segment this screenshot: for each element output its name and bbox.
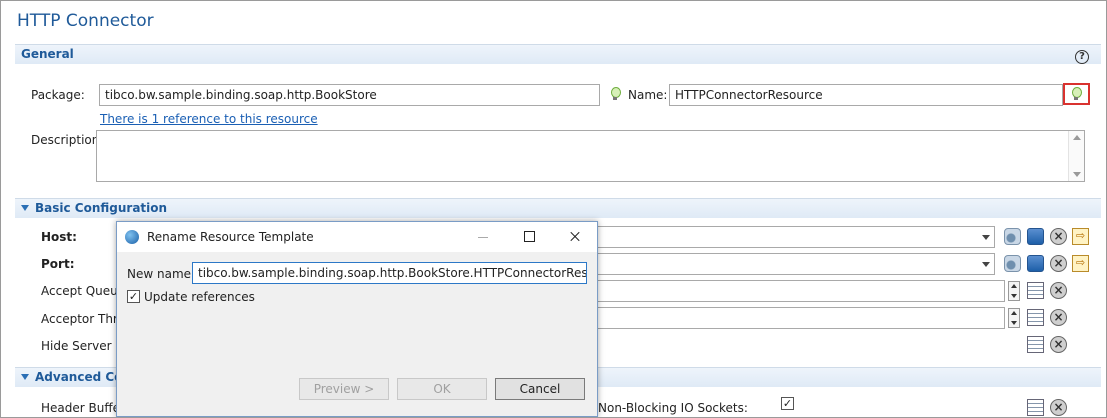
port-bind-icon[interactable]: ⇨ bbox=[1072, 255, 1089, 272]
editor-frame: HTTP Connector General ? Package: tibco.… bbox=[0, 0, 1107, 418]
host-settings-icon[interactable] bbox=[1004, 228, 1021, 245]
port-dropdown[interactable] bbox=[581, 253, 995, 275]
help-icon[interactable]: ? bbox=[1075, 50, 1089, 64]
acceptor-threads-table-icon[interactable] bbox=[1027, 309, 1044, 326]
editor-title: HTTP Connector bbox=[17, 11, 154, 31]
section-basic[interactable]: Basic Configuration bbox=[15, 198, 1101, 218]
update-references-checkbox[interactable]: ✓ bbox=[127, 290, 140, 303]
accept-queue-stepper[interactable] bbox=[1008, 281, 1020, 301]
description-scrollbar[interactable] bbox=[1068, 131, 1084, 181]
name-hint-icon[interactable] bbox=[1071, 87, 1082, 101]
port-settings-icon[interactable] bbox=[1004, 255, 1021, 272]
chevron-down-icon bbox=[982, 235, 990, 240]
package-field[interactable]: tibco.bw.sample.binding.soap.http.BookSt… bbox=[99, 84, 600, 106]
accept-queue-clear-icon[interactable]: × bbox=[1050, 282, 1067, 299]
dialog-title: Rename Resource Template bbox=[147, 230, 314, 244]
port-module-icon[interactable] bbox=[1027, 255, 1044, 272]
hide-server-table-icon[interactable] bbox=[1027, 336, 1044, 353]
new-name-input[interactable]: tibco.bw.sample.binding.soap.http.BookSt… bbox=[192, 262, 587, 284]
host-label: Host: bbox=[41, 230, 77, 244]
app-logo-icon bbox=[125, 230, 139, 244]
package-label: Package: bbox=[31, 88, 85, 102]
rename-dialog: Rename Resource Template New name: tibco… bbox=[116, 221, 598, 417]
section-general-title: General bbox=[21, 47, 74, 61]
acceptor-threads-clear-icon[interactable]: × bbox=[1050, 309, 1067, 326]
host-bind-icon[interactable]: ⇨ bbox=[1072, 228, 1089, 245]
update-references-label[interactable]: Update references bbox=[144, 290, 255, 304]
accept-queue-field[interactable] bbox=[581, 280, 1005, 302]
package-hint-icon bbox=[610, 87, 621, 101]
non-blocking-checkbox[interactable]: ✓ bbox=[781, 397, 794, 410]
ok-button[interactable]: OK bbox=[397, 378, 487, 400]
acceptor-threads-label: Acceptor Thre bbox=[41, 312, 125, 326]
section-advanced-title: Advanced Con bbox=[21, 370, 131, 384]
maximize-button[interactable] bbox=[519, 228, 539, 246]
host-module-icon[interactable] bbox=[1027, 228, 1044, 245]
hide-server-clear-icon[interactable]: × bbox=[1050, 336, 1067, 353]
close-button[interactable] bbox=[565, 228, 585, 246]
name-field[interactable]: HTTPConnectorResource bbox=[669, 84, 1063, 106]
acceptor-threads-stepper[interactable] bbox=[1008, 308, 1020, 328]
name-label: Name: bbox=[628, 88, 668, 102]
scroll-down-icon[interactable] bbox=[1073, 172, 1081, 177]
new-name-label: New name: bbox=[127, 267, 196, 281]
section-basic-title: Basic Configuration bbox=[21, 201, 167, 215]
header-buffer-table-icon[interactable] bbox=[1027, 399, 1044, 416]
chevron-down-icon bbox=[982, 262, 990, 267]
reference-link[interactable]: There is 1 reference to this resource bbox=[100, 112, 318, 126]
cancel-button[interactable]: Cancel bbox=[495, 378, 585, 400]
scroll-up-icon[interactable] bbox=[1073, 135, 1081, 140]
section-general[interactable]: General bbox=[15, 44, 1101, 64]
preview-button[interactable]: Preview > bbox=[299, 378, 389, 400]
description-textarea[interactable] bbox=[96, 130, 1085, 182]
header-buffer-clear-icon[interactable]: × bbox=[1050, 399, 1067, 416]
minimize-button[interactable] bbox=[473, 228, 493, 246]
accept-queue-label: Accept Queue bbox=[41, 284, 126, 298]
dialog-titlebar[interactable]: Rename Resource Template bbox=[117, 222, 597, 252]
non-blocking-label: Non-Blocking IO Sockets: bbox=[598, 401, 748, 415]
acceptor-threads-field[interactable] bbox=[581, 307, 1005, 329]
accept-queue-table-icon[interactable] bbox=[1027, 282, 1044, 299]
port-label: Port: bbox=[41, 257, 75, 271]
description-label: Description: bbox=[31, 133, 104, 147]
host-clear-icon[interactable]: × bbox=[1050, 228, 1067, 245]
port-clear-icon[interactable]: × bbox=[1050, 255, 1067, 272]
header-buffer-label: Header Buffer bbox=[41, 401, 125, 415]
host-dropdown[interactable] bbox=[581, 226, 995, 248]
